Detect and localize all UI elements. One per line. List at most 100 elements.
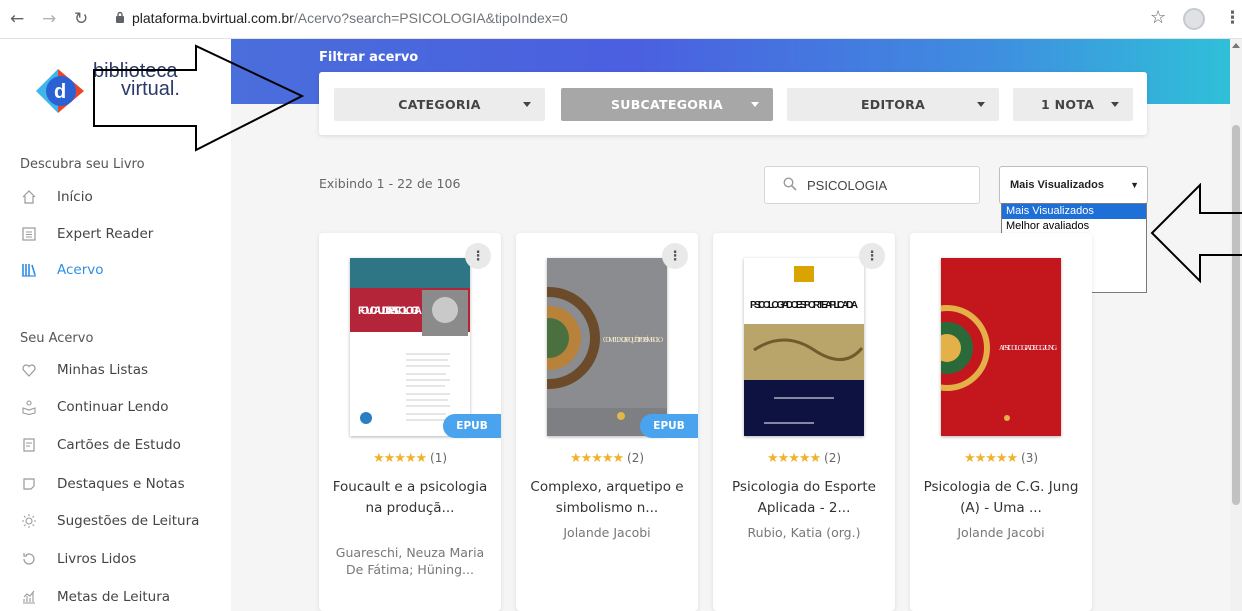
browser-toolbar: ← → ↻ plataforma.bvirtual.com.br/Acervo?… (0, 0, 1242, 39)
epub-badge: EPUB (443, 414, 501, 438)
svg-text:PSICOLOGIA DO ESPORTE APLICADA: PSICOLOGIA DO ESPORTE APLICADA (750, 300, 858, 311)
back-arrow-icon[interactable]: ← (10, 9, 24, 29)
results-count: Exibindo 1 - 22 de 106 (319, 176, 461, 191)
book-rating: ★★★★★ (1) (319, 451, 501, 466)
sort-select[interactable]: Mais Visualizados ▼ (999, 166, 1148, 204)
sidebar-item-destaques-e-notas[interactable]: Destaques e Notas (20, 473, 220, 495)
rating-count: (1) (430, 451, 448, 465)
search-icon (783, 177, 797, 191)
book-card[interactable]: COMPLEXO, ARQUÉTIPO E SÍMBOLO ⋮ EPUB ★★★… (516, 233, 698, 611)
sidebar-item-label: Continuar Lendo (57, 399, 169, 415)
book-cover[interactable]: COMPLEXO, ARQUÉTIPO E SÍMBOLO (547, 258, 667, 436)
sidebar-item-label: Minhas Listas (57, 362, 149, 378)
filter-label: CATEGORIA (398, 97, 481, 112)
history-icon (20, 550, 38, 568)
rating-filter-button[interactable]: 1 NOTA (1013, 88, 1133, 121)
card-icon (20, 436, 38, 454)
search-box[interactable] (764, 166, 980, 204)
book-rating: ★★★★★ (3) (910, 451, 1092, 466)
sidebar-item-inicio[interactable]: Início (20, 186, 220, 208)
dropdown-arrow-icon: ▼ (1130, 180, 1139, 190)
section-discover: Descubra seu Livro (20, 157, 145, 172)
book-card[interactable]: PSICOLOGIA DO ESPORTE APLICADA ⋮ ★★★★★ (… (713, 233, 895, 611)
book-author: Jolande Jacobi (957, 525, 1045, 540)
reload-icon[interactable]: ↻ (74, 9, 88, 29)
star-rating-icon: ★★★★★ (963, 451, 1018, 466)
sidebar-item-sugestoes-de-leitura[interactable]: Sugestões de Leitura (20, 510, 220, 532)
section-your-collection: Seu Acervo (20, 331, 94, 346)
heart-icon (20, 361, 38, 379)
chevron-down-icon (751, 102, 759, 107)
rating-count: (2) (824, 451, 842, 465)
chart-icon (20, 588, 38, 606)
home-icon (20, 188, 38, 206)
more-options-icon[interactable]: ⋮ (662, 243, 688, 269)
bookmark-star-icon[interactable]: ☆ (1150, 7, 1166, 28)
star-rating-icon: ★★★★★ (766, 451, 821, 466)
book-title[interactable]: Psicologia do Esporte Aplicada - 2... (725, 477, 883, 519)
book-author: Jolande Jacobi (563, 525, 651, 540)
sort-selected-value: Mais Visualizados (1010, 179, 1104, 191)
browser-menu-icon[interactable]: ⋮ (1224, 8, 1241, 28)
category-filter-button[interactable]: CATEGORIA (334, 88, 545, 121)
filter-label: EDITORA (860, 97, 926, 112)
epub-badge: EPUB (640, 414, 698, 438)
more-options-icon[interactable]: ⋮ (465, 243, 491, 269)
filter-title: Filtrar acervo (319, 50, 419, 65)
note-icon (20, 475, 38, 493)
annotation-arrow-left-icon (1150, 183, 1242, 284)
book-rating: ★★★★★ (2) (516, 451, 698, 466)
annotation-arrow-right-icon (93, 44, 305, 152)
url-domain: plataforma.bvirtual.com.br (132, 10, 294, 26)
rating-count: (3) (1021, 451, 1039, 465)
sidebar-item-label: Acervo (57, 262, 104, 278)
filter-label: 1 NOTA (1041, 97, 1095, 112)
book-cover[interactable]: PSICOLOGIA DO ESPORTE APLICADA (744, 258, 864, 436)
sidebar-item-label: Cartões de Estudo (57, 437, 181, 453)
sidebar-item-label: Sugestões de Leitura (57, 513, 200, 529)
url-path: /Acervo?search=PSICOLOGIA&tipoIndex=0 (293, 10, 568, 26)
subcategory-filter-button[interactable]: SUBCATEGORIA (561, 88, 773, 121)
sidebar-item-label: Livros Lidos (57, 551, 137, 567)
book-author: Rubio, Katia (org.) (747, 525, 861, 540)
sidebar-item-minhas-listas[interactable]: Minhas Listas (20, 359, 220, 381)
chevron-down-icon (977, 102, 985, 107)
sidebar-item-cartoes-de-estudo[interactable]: Cartões de Estudo (20, 434, 220, 456)
reading-person-icon (20, 398, 38, 416)
search-input[interactable] (807, 175, 972, 195)
rating-count: (2) (627, 451, 645, 465)
sort-option-best-rated[interactable]: Melhor avaliados (1002, 219, 1146, 234)
svg-text:FOUCAULT e a PSICOLOGIA: FOUCAULT e a PSICOLOGIA (358, 305, 422, 317)
address-bar[interactable]: plataforma.bvirtual.com.br/Acervo?search… (132, 10, 568, 26)
book-cover[interactable]: A PSICOLOGIA DE C.G. JUNG (941, 258, 1061, 436)
sidebar-item-continuar-lendo[interactable]: Continuar Lendo (20, 396, 220, 418)
sort-option-most-viewed[interactable]: Mais Visualizados (1002, 204, 1146, 219)
star-rating-icon: ★★★★★ (569, 451, 624, 466)
more-options-icon[interactable]: ⋮ (859, 243, 885, 269)
book-title[interactable]: Psicologia de C.G. Jung (A) - Uma ... (922, 477, 1080, 519)
sidebar-item-expert-reader[interactable]: Expert Reader (20, 223, 220, 245)
book-title[interactable]: Foucault e a psicologia na produçã... (331, 477, 489, 519)
reader-icon (20, 225, 38, 243)
lightbulb-icon (20, 512, 38, 530)
sidebar-item-acervo[interactable]: Acervo (20, 259, 220, 281)
sidebar-item-label: Expert Reader (57, 226, 154, 242)
svg-text:d: d (54, 81, 66, 103)
sidebar-item-livros-lidos[interactable]: Livros Lidos (20, 548, 220, 570)
book-title[interactable]: Complexo, arquetipo e simbolismo n... (528, 477, 686, 519)
forward-arrow-icon[interactable]: → (42, 9, 56, 29)
scrollbar-thumb[interactable] (1232, 125, 1240, 505)
sidebar-item-metas-de-leitura[interactable]: Metas de Leitura (20, 586, 220, 608)
library-icon (20, 261, 38, 279)
chevron-down-icon (1111, 102, 1119, 107)
publisher-filter-button[interactable]: EDITORA (787, 88, 999, 121)
svg-text:COMPLEXO, ARQUÉTIPO E SÍMBOLO: COMPLEXO, ARQUÉTIPO E SÍMBOLO (603, 336, 663, 344)
profile-avatar-icon[interactable] (1183, 8, 1205, 30)
scroll-up-icon[interactable] (1232, 43, 1240, 48)
svg-text:A PSICOLOGIA DE C.G. JUNG: A PSICOLOGIA DE C.G. JUNG (999, 344, 1057, 352)
book-card[interactable]: A PSICOLOGIA DE C.G. JUNG ★★★★★ (3) Psic… (910, 233, 1092, 611)
book-card[interactable]: FOUCAULT e a PSICOLOGIA ⋮ EPUB ★★★★★ (1)… (319, 233, 501, 611)
book-cover[interactable]: FOUCAULT e a PSICOLOGIA (350, 258, 470, 436)
page-scrollbar[interactable] (1230, 39, 1242, 611)
chevron-down-icon (523, 102, 531, 107)
